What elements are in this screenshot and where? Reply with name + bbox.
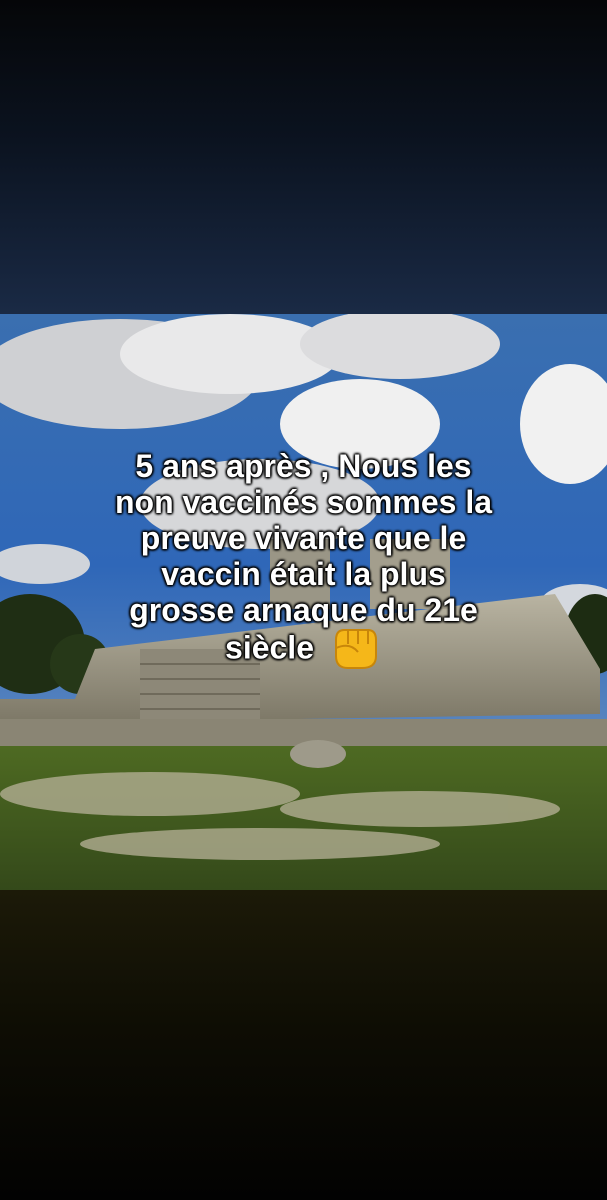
caption-line-1: 5 ans après , Nous les — [135, 448, 472, 484]
fist-icon — [334, 629, 377, 669]
caption-line-5: grosse arnaque du 21e — [129, 592, 478, 628]
caption-line-6: siècle — [225, 629, 314, 666]
caption-line-2: non vaccinés sommes la — [114, 484, 493, 520]
caption-text: 5 ans après , Nous les non vaccinés somm… — [20, 448, 587, 672]
bottom-gradient-band — [0, 890, 607, 1200]
caption-line-6-wrap: siècle — [20, 628, 587, 672]
caption-line-4: vaccin était la plus — [161, 556, 446, 592]
top-gradient-band — [0, 0, 607, 314]
story-screen: 5 ans après , Nous les non vaccinés somm… — [0, 0, 607, 1200]
caption-line-3: preuve vivante que le — [140, 520, 467, 556]
